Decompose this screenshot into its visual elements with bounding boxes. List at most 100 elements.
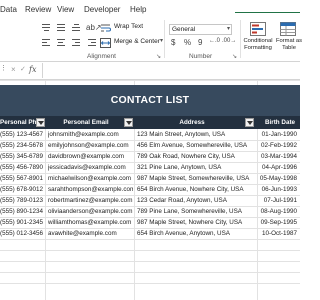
- number-format-value: General: [172, 26, 196, 33]
- number-group-label: Number: [189, 53, 213, 60]
- chevron-down-icon: [247, 121, 253, 125]
- number-format-select[interactable]: General ▾: [169, 24, 232, 35]
- insert-function-icon[interactable]: fx: [29, 65, 36, 74]
- more-options-icon[interactable]: ⋮: [0, 64, 7, 72]
- tab-data[interactable]: Data: [0, 5, 17, 14]
- chevron-down-icon: [38, 121, 44, 125]
- cell-address[interactable]: 123 Cedar Road, Anytown, USA: [137, 195, 256, 206]
- gridline: [0, 283, 300, 284]
- cell-address[interactable]: 987 Maple Street, Nowhere City, USA: [137, 217, 256, 228]
- cell-phone[interactable]: (555) 678-9012: [0, 184, 44, 195]
- cell-email[interactable]: johnsmith@example.com: [48, 129, 133, 140]
- cell-birth-date[interactable]: 03-Mar-1994: [258, 151, 300, 162]
- cell-address[interactable]: 123 Main Street, Anytown, USA: [137, 129, 256, 140]
- cell-phone[interactable]: (555) 901-2345: [0, 217, 44, 228]
- header-birth-date: Birth Date: [264, 119, 296, 126]
- cell-address[interactable]: 789 Oak Road, Nowhere City, USA: [137, 151, 256, 162]
- conditional-formatting-icon: [250, 22, 266, 36]
- align-top-button[interactable]: [40, 22, 52, 34]
- gridline: [0, 272, 300, 273]
- tab-help[interactable]: Help: [130, 5, 146, 14]
- cell-address[interactable]: 321 Pine Lane, Anytown, USA: [137, 162, 256, 173]
- tab-developer[interactable]: Developer: [84, 5, 120, 14]
- cell-phone[interactable]: (555) 123-4567: [0, 129, 44, 140]
- dialog-launcher-icon[interactable]: ↘: [156, 53, 161, 60]
- merge-icon: [100, 38, 111, 48]
- dialog-launcher-icon[interactable]: ↘: [232, 53, 237, 60]
- cell-birth-date[interactable]: 01-Jan-1990: [258, 129, 300, 140]
- cell-birth-date[interactable]: 04-Apr-1996: [258, 162, 300, 173]
- increase-decimal-button[interactable]: ←.0: [209, 38, 220, 44]
- cell-phone[interactable]: (555) 345-6789: [0, 151, 44, 162]
- cell-email[interactable]: sarahthompson@example.com: [48, 184, 133, 195]
- gridline: [0, 261, 300, 262]
- cell-phone[interactable]: (555) 456-7890: [0, 162, 44, 173]
- cell-birth-date[interactable]: 09-Sep-1995: [258, 217, 300, 228]
- align-center-button[interactable]: [55, 37, 67, 49]
- cell-email[interactable]: michaelwilson@example.com: [48, 173, 133, 184]
- merge-center-label: Merge & Center: [114, 38, 160, 45]
- format-as-table-button[interactable]: Format as Table: [274, 20, 304, 54]
- filter-dropdown-button[interactable]: [36, 118, 45, 127]
- cell-address[interactable]: 654 Birch Avenue, Nowhere City, USA: [137, 184, 256, 195]
- comma-style-button[interactable]: 9: [198, 38, 202, 47]
- filter-dropdown-button[interactable]: [124, 118, 133, 127]
- conditional-formatting-label-2: Formatting: [244, 45, 272, 51]
- header-address: Address: [179, 119, 205, 126]
- chevron-down-icon: [126, 121, 132, 125]
- align-left-button[interactable]: [40, 37, 52, 49]
- sheet-title: CONTACT LIST: [110, 94, 190, 106]
- conditional-formatting-label-1: Conditional: [243, 38, 273, 44]
- worksheet[interactable]: CONTACT LIST Personal Phone Personal Ema…: [0, 80, 300, 300]
- indent-button[interactable]: [86, 37, 98, 49]
- conditional-formatting-button[interactable]: Conditional Formatting: [243, 20, 273, 54]
- currency-button[interactable]: $: [171, 38, 175, 47]
- wrap-text-label: Wrap Text: [114, 23, 144, 30]
- decrease-decimal-button[interactable]: .00→: [222, 38, 236, 44]
- format-as-table-label-1: Format as: [275, 38, 303, 44]
- cell-email[interactable]: avawhite@example.com: [48, 228, 133, 239]
- formula-bar: ⋮ × ✓ fx: [0, 62, 300, 80]
- header-personal-email: Personal Email: [63, 119, 109, 126]
- cell-phone[interactable]: (555) 789-0123: [0, 195, 44, 206]
- cell-birth-date[interactable]: 07-Jul-1991: [258, 195, 300, 206]
- align-middle-button[interactable]: [55, 22, 67, 34]
- format-as-table-icon: [280, 22, 296, 36]
- cell-email[interactable]: oliviaanderson@example.com: [48, 206, 133, 217]
- enter-icon[interactable]: ✓: [20, 65, 26, 73]
- align-bottom-button[interactable]: [70, 22, 82, 34]
- alignment-group-label: Alignment: [87, 53, 116, 60]
- cell-address[interactable]: 789 Pine Lane, Somewhereville, USA: [137, 206, 256, 217]
- formula-input[interactable]: [42, 63, 300, 78]
- cancel-icon[interactable]: ×: [11, 65, 16, 74]
- tab-review[interactable]: Review: [25, 5, 51, 14]
- cell-birth-date[interactable]: 02-Feb-1992: [258, 140, 300, 151]
- cell-email[interactable]: williamthomas@example.com: [48, 217, 133, 228]
- cell-birth-date[interactable]: 05-May-1998: [258, 173, 300, 184]
- cell-address[interactable]: 456 Elm Avenue, Somewhereville, USA: [137, 140, 256, 151]
- cell-address[interactable]: 654 Birch Avenue, Anytown, USA: [137, 228, 256, 239]
- format-as-table-label-2: Table: [282, 45, 296, 51]
- cell-address[interactable]: 987 Maple Street, Somewhereville, USA: [137, 173, 256, 184]
- ribbon-divider: [164, 20, 165, 58]
- active-tab-indicator: [235, 12, 300, 13]
- gridline: [0, 250, 300, 251]
- chevron-down-icon[interactable]: ▾: [160, 37, 163, 44]
- cell-phone[interactable]: (555) 012-3456: [0, 228, 44, 239]
- gridline: [0, 239, 300, 240]
- cell-birth-date[interactable]: 08-Aug-1990: [258, 206, 300, 217]
- cell-email[interactable]: robertmartinez@example.com: [48, 195, 133, 206]
- cell-birth-date[interactable]: 06-Jun-1993: [258, 184, 300, 195]
- cell-phone[interactable]: (555) 567-8901: [0, 173, 44, 184]
- percent-button[interactable]: %: [184, 38, 191, 47]
- cell-email[interactable]: jessicadavis@example.com: [48, 162, 133, 173]
- cell-email[interactable]: emilyjohnson@example.com: [48, 140, 133, 151]
- filter-dropdown-button[interactable]: [245, 118, 254, 127]
- cell-phone[interactable]: (555) 890-1234: [0, 206, 44, 217]
- tab-view[interactable]: View: [57, 5, 74, 14]
- cell-phone[interactable]: (555) 234-5678: [0, 140, 44, 151]
- cell-birth-date[interactable]: 10-Oct-1987: [258, 228, 300, 239]
- chevron-down-icon: ▾: [226, 26, 230, 32]
- cell-email[interactable]: davidbrown@example.com: [48, 151, 133, 162]
- align-right-button[interactable]: [70, 37, 82, 49]
